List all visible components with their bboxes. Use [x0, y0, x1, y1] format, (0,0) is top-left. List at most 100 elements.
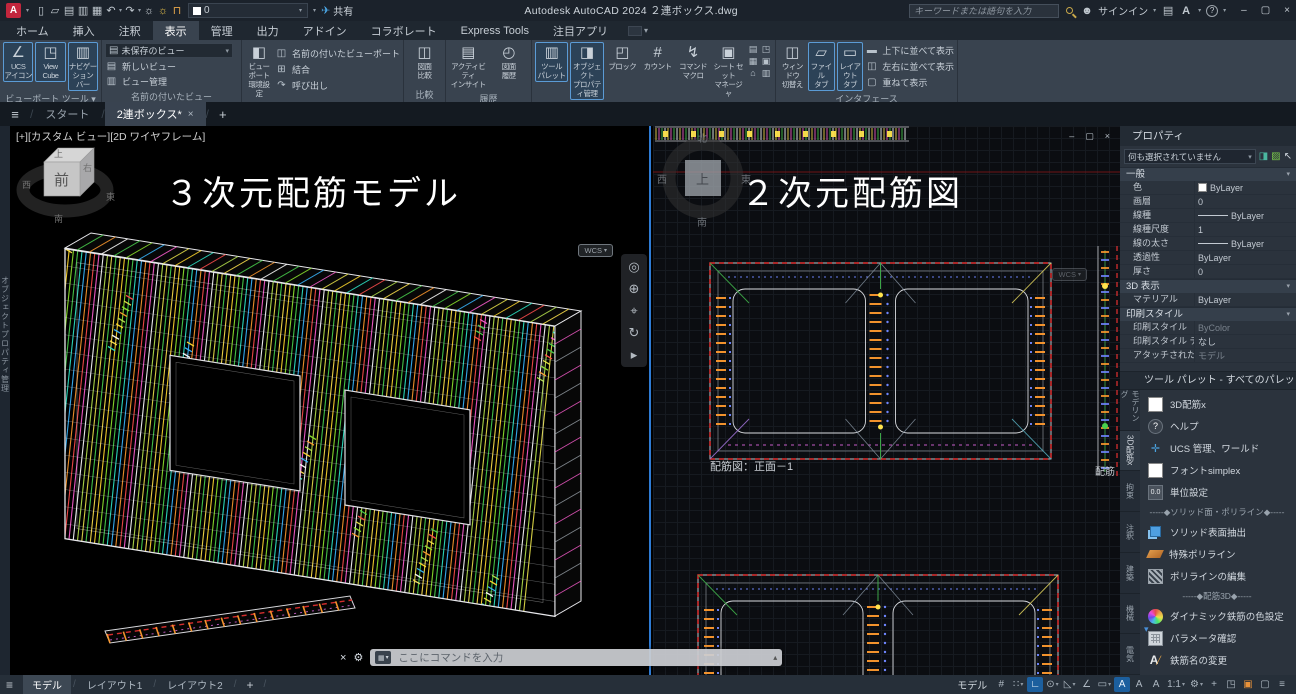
chevron-down-icon[interactable]: ▾ — [119, 7, 122, 14]
tool-palette-title[interactable]: ツール パレット - すべてのパレット — [1120, 372, 1296, 390]
quick-select-icon[interactable]: ▨ — [1271, 151, 1280, 162]
ribbon-tab-アドイン[interactable]: アドイン — [291, 21, 359, 40]
prop-row[interactable]: 線種尺度1 — [1120, 223, 1296, 237]
selection-dropdown[interactable]: 何も選択されていません▾ — [1124, 149, 1256, 164]
tool-palette-tab-モデリング[interactable]: モデリング — [1120, 390, 1140, 431]
close-button[interactable]: × — [1284, 5, 1290, 16]
tool-palette-item-1[interactable]: ?ヘルプ — [1148, 415, 1296, 437]
layer-dropdown[interactable]: 0 ▾ — [188, 3, 308, 18]
view-cube[interactable]: 上 右 前 西 東 南 — [10, 126, 120, 238]
tool-palette-item-4[interactable]: 0.0単位設定 — [1148, 481, 1296, 503]
wcs-dropdown[interactable]: WCS▾ — [1052, 268, 1087, 281]
prop-row[interactable]: 厚さ0 — [1120, 265, 1296, 279]
interface-row-0[interactable]: ▬上下に並べて表示 — [865, 43, 954, 58]
view-dropdown[interactable]: ▤ 未保存のビュー ▾ — [105, 43, 233, 58]
osnap-icon[interactable]: ▭▾ — [1096, 677, 1113, 692]
command-expand-icon[interactable]: ▴ — [773, 653, 777, 662]
tool-palette-item-12[interactable]: A鉄筋名の変更 — [1148, 649, 1296, 671]
tool-palette-item-3[interactable]: フォントsimplex — [1148, 459, 1296, 481]
panel-label[interactable]: 比較 — [404, 89, 445, 102]
help-icon[interactable]: ? — [1206, 5, 1218, 17]
ortho-icon[interactable]: ∟ — [1027, 677, 1043, 692]
viewport-restore-button[interactable]: ▢ — [1085, 131, 1094, 142]
tool-palette-item-8[interactable]: ポリラインの編集 — [1148, 565, 1296, 587]
open-folder-icon[interactable]: ▱ — [48, 3, 62, 18]
ribbon-tab-挿入[interactable]: 挿入 — [61, 21, 107, 40]
model-viewport-row-0[interactable]: ◫名前の付いたビューポート — [275, 46, 400, 61]
navigation-bar[interactable]: ◎⊕⌖↻▸ — [621, 254, 647, 367]
tool-palette-item-0[interactable]: 3D配筋x — [1148, 393, 1296, 415]
autodesk-icon[interactable]: A — [1179, 3, 1193, 18]
customize-menu-icon[interactable]: ≡ — [1274, 677, 1290, 692]
viewport-2d[interactable]: – ▢ × ２次元配筋図 北 西 東 南 上 WCS▾ 配筋図：正面－1 配筋 — [653, 126, 1120, 675]
bulb-icon[interactable]: ☼ — [142, 3, 156, 18]
drawing-compare-button[interactable]: ◫ 図面 比較 — [407, 42, 442, 82]
file-menu-icon[interactable]: ≡ — [0, 102, 30, 126]
recent-commands-icon[interactable]: ▦▾ — [375, 651, 391, 664]
zoom-icon[interactable]: ⌖ — [630, 304, 637, 317]
signin-button[interactable]: サインイン — [1098, 3, 1148, 18]
chevron-down-icon[interactable]: ▾ — [1198, 7, 1201, 14]
search-input[interactable] — [909, 4, 1059, 18]
annotation-scale-icon[interactable]: A — [1148, 677, 1164, 692]
interface-button-1[interactable]: ▱ファイル タブ — [808, 42, 835, 91]
share-button[interactable]: ✈ 共有 — [321, 3, 353, 18]
tool-palette-item-10[interactable]: ダイナミック鉄筋の色設定 — [1148, 605, 1296, 627]
new-file-icon[interactable]: ▯ — [34, 3, 48, 18]
palette-mini-icon-4[interactable]: ⌂ — [747, 68, 759, 79]
save-as-icon[interactable]: ▥ — [76, 3, 90, 18]
palette-mini-icon-2[interactable]: ▦ — [747, 56, 759, 67]
viewport-3d[interactable]: [+][カスタム ビュー][2D ワイヤフレーム] ３次元配筋モデル 上 右 前… — [10, 126, 651, 675]
annotation-visibility-icon[interactable]: A — [1114, 677, 1130, 692]
command-input-bar[interactable]: ▦▾ ここにコマンドを入力 ▴ — [370, 649, 782, 666]
prop-section-header[interactable]: 一般▾ — [1120, 167, 1296, 181]
qat-overflow-icon[interactable]: ▾ — [313, 7, 316, 14]
tool-palette-item-7[interactable]: 特殊ポリライン — [1148, 543, 1296, 565]
panel-label[interactable]: ビューポート ツール ▾ — [0, 93, 101, 102]
search-icon[interactable] — [1066, 7, 1073, 14]
tool-palette-tab-建築[interactable]: 建築 — [1120, 553, 1140, 594]
palette-button-2[interactable]: ◰ブロック — [606, 42, 639, 73]
tool-palette-item-2[interactable]: ✛UCS 管理、ワールド — [1148, 437, 1296, 459]
palette-button-4[interactable]: ↯コマンド マクロ — [676, 42, 709, 82]
layout-tab-モデル[interactable]: モデル — [23, 675, 71, 694]
ribbon-tab-コラボレート[interactable]: コラボレート — [359, 21, 449, 40]
navigation-wheel-icon[interactable]: ◎ — [628, 260, 639, 273]
panel-label[interactable]: 名前の付いたビュー — [102, 91, 241, 102]
history-button-1[interactable]: ◴図面 履歴 — [490, 42, 529, 82]
history-button-0[interactable]: ▤アクティビティ インサイト — [449, 42, 488, 91]
save-icon[interactable]: ▤ — [62, 3, 76, 18]
palette-mini-icon-1[interactable]: ◳ — [760, 44, 772, 55]
tool-palette-item-11[interactable]: パラメータ確認 — [1148, 627, 1296, 649]
file-tab-2連ボックス*[interactable]: 2連ボックス*× — [105, 102, 206, 126]
ribbon-tab-注釈[interactable]: 注釈 — [107, 21, 153, 40]
graphics-performance-icon[interactable]: ▣ — [1240, 677, 1256, 692]
viewport-minimize-button[interactable]: – — [1069, 131, 1074, 142]
prop-row[interactable]: 印刷スタイル テ...なし — [1120, 335, 1296, 349]
orbit-icon[interactable]: ↻ — [629, 326, 640, 339]
redo-icon[interactable]: ↷ — [123, 3, 137, 18]
model-viewport-row-2[interactable]: ↷呼び出し — [275, 78, 400, 93]
clean-screen-icon[interactable]: ▢ — [1257, 677, 1273, 692]
polar-icon[interactable]: ⊙▾ — [1044, 677, 1060, 692]
ribbon-tab-管理[interactable]: 管理 — [199, 21, 245, 40]
grid-icon[interactable]: # — [993, 677, 1009, 692]
customize-wrench-icon[interactable]: ⚙ — [353, 651, 363, 664]
ribbon-extra-tab[interactable]: ▾ — [628, 21, 648, 40]
chevron-down-icon[interactable]: ▾ — [1153, 7, 1156, 14]
palette-button-0[interactable]: ▥ツール パレット — [535, 42, 568, 82]
file-tab-スタート[interactable]: スタート — [33, 102, 101, 126]
interface-button-0[interactable]: ◫ウィンドウ 切替え — [779, 42, 806, 91]
prop-row[interactable]: 印刷スタイルByColor — [1120, 321, 1296, 335]
ribbon-tab-表示[interactable]: 表示 — [153, 21, 199, 40]
undo-icon[interactable]: ↶ — [104, 3, 118, 18]
settings-gear-icon[interactable]: ⚙▾ — [1188, 677, 1205, 692]
ribbon-tab-出力[interactable]: 出力 — [245, 21, 291, 40]
pan-icon[interactable]: ⊕ — [629, 282, 640, 295]
chevron-down-icon[interactable]: ▾ — [1223, 7, 1226, 14]
minimize-button[interactable]: – — [1241, 5, 1247, 16]
tool-palette-tab-機械[interactable]: 機械 — [1120, 594, 1140, 635]
layout-menu-icon[interactable]: ≡ — [6, 678, 13, 692]
prop-row[interactable]: アタッチされた印...モデル — [1120, 349, 1296, 363]
unlock-icon[interactable]: ⊓ — [170, 3, 184, 18]
